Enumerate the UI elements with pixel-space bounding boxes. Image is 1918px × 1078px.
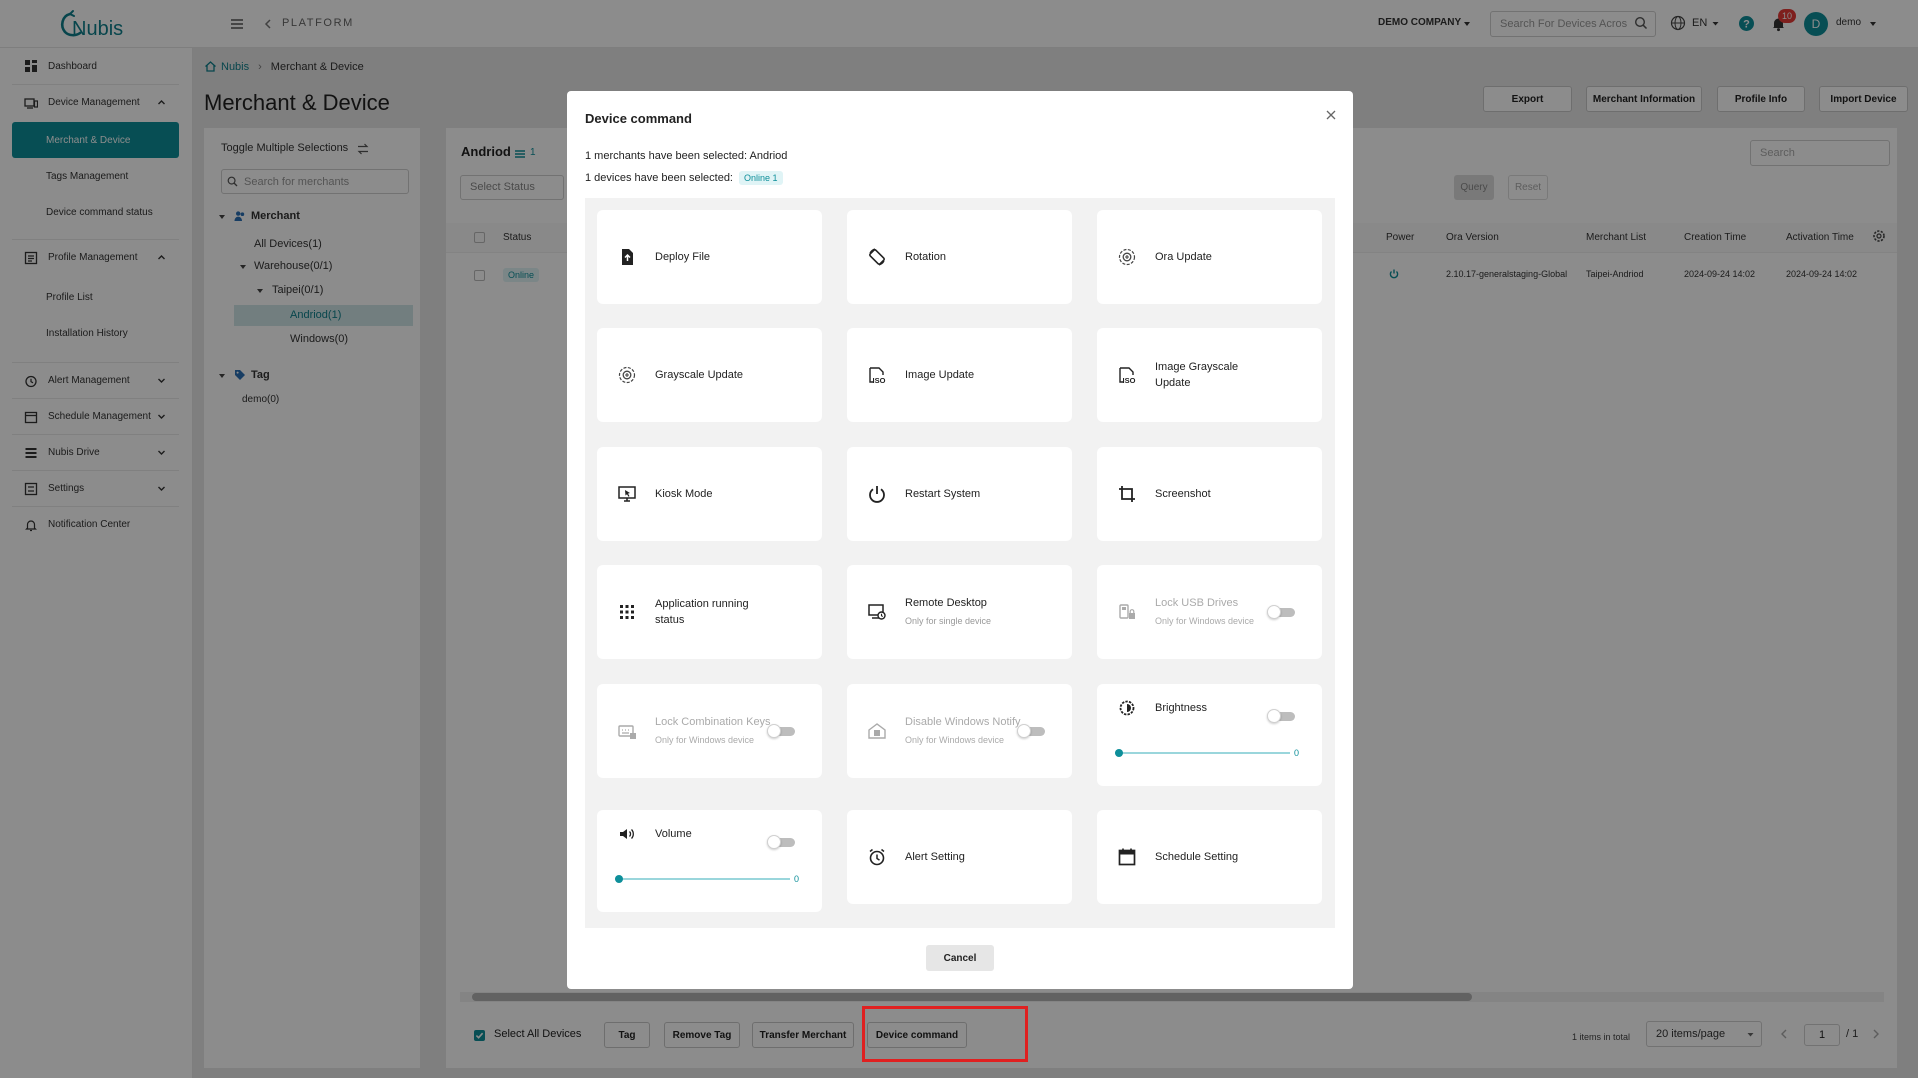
- card-label: Remote Desktop Only for single device: [905, 595, 991, 629]
- rotation-icon: [867, 247, 887, 267]
- brightness-toggle[interactable]: [1267, 709, 1295, 723]
- card-label: Lock Combination Keys Only for Windows de…: [655, 714, 771, 748]
- deploy-file-card[interactable]: Deploy File: [597, 210, 822, 304]
- svg-text:ISO: ISO: [1123, 376, 1136, 385]
- card-label: Screenshot: [1155, 488, 1211, 500]
- dialog-title: Device command: [585, 111, 692, 126]
- volume-card[interactable]: Volume 0: [597, 810, 822, 912]
- device-command-highlight: [862, 1006, 1028, 1062]
- update-icon: [1117, 247, 1137, 267]
- notification-off-icon: [867, 721, 887, 741]
- card-label: Disable Windows Notify Only for Windows d…: [905, 714, 1021, 748]
- card-label: Lock USB Drives Only for Windows device: [1155, 595, 1254, 629]
- kiosk-mode-card[interactable]: Kiosk Mode: [597, 447, 822, 541]
- cancel-button[interactable]: Cancel: [926, 945, 994, 971]
- card-label: Alert Setting: [905, 851, 965, 863]
- remote-desktop-icon: [867, 602, 887, 622]
- volume-icon: [617, 824, 637, 844]
- card-subtitle: Only for Windows device: [655, 735, 755, 745]
- card-title: Remote Desktop: [905, 597, 987, 609]
- card-subtitle: Only for single device: [905, 616, 992, 626]
- ora-update-card[interactable]: Ora Update: [1097, 210, 1322, 304]
- card-title: Disable Windows Notify: [905, 716, 1021, 728]
- card-label: Grayscale Update: [655, 369, 744, 381]
- close-icon[interactable]: [1324, 108, 1338, 122]
- command-grid: Deploy File Rotation Ora Update Grayscal…: [585, 198, 1335, 928]
- lock-usb-drives-card[interactable]: Lock USB Drives Only for Windows device: [1097, 565, 1322, 659]
- devices-selected-text: 1 devices have been selected:: [585, 172, 733, 184]
- image-update-card[interactable]: ISO Image Update: [847, 328, 1072, 422]
- restart-system-card[interactable]: Restart System: [847, 447, 1072, 541]
- calendar-icon: [1117, 847, 1137, 867]
- device-command-dialog: Device command 1 merchants have been sel…: [567, 91, 1353, 989]
- svg-text:ISO: ISO: [873, 376, 886, 385]
- merchants-selected-text: 1 merchants have been selected: Andriod: [585, 150, 788, 162]
- lock-usb-toggle[interactable]: [1267, 605, 1295, 619]
- disable-windows-notify-toggle[interactable]: [1017, 724, 1045, 738]
- remote-desktop-card[interactable]: Remote Desktop Only for single device: [847, 565, 1072, 659]
- brightness-slider[interactable]: [1115, 748, 1290, 758]
- devices-selected-line: 1 devices have been selected: Online 1: [585, 171, 783, 185]
- alert-setting-card[interactable]: Alert Setting: [847, 810, 1072, 904]
- card-label: Kiosk Mode: [655, 488, 713, 500]
- file-upload-icon: [617, 247, 637, 267]
- card-label: Image Update: [905, 369, 975, 381]
- lock-combination-keys-toggle[interactable]: [767, 724, 795, 738]
- card-label: Image Grayscale Update: [1155, 361, 1239, 389]
- card-label: Restart System: [905, 488, 981, 500]
- apps-grid-icon: [617, 602, 637, 622]
- image-grayscale-update-card[interactable]: ISO Image Grayscale Update: [1097, 328, 1322, 422]
- alarm-clock-icon: [867, 847, 887, 867]
- lock-combination-keys-card[interactable]: Lock Combination Keys Only for Windows de…: [597, 684, 822, 778]
- card-title: Lock Combination Keys: [655, 716, 771, 728]
- rotation-card[interactable]: Rotation: [847, 210, 1072, 304]
- card-label: Volume: [655, 828, 692, 840]
- card-label: Brightness: [1155, 702, 1207, 714]
- card-subtitle: Only for Windows device: [905, 735, 1005, 745]
- brightness-card[interactable]: Brightness 0: [1097, 684, 1322, 786]
- card-label: Ora Update: [1155, 251, 1212, 263]
- volume-toggle[interactable]: [767, 835, 795, 849]
- grayscale-update-card[interactable]: Grayscale Update: [597, 328, 822, 422]
- keyboard-lock-icon: [617, 721, 637, 741]
- kiosk-icon: [617, 484, 637, 504]
- power-icon: [867, 484, 887, 504]
- disable-windows-notify-card[interactable]: Disable Windows Notify Only for Windows d…: [847, 684, 1072, 778]
- brightness-icon: [1117, 698, 1137, 718]
- crop-icon: [1117, 484, 1137, 504]
- online-badge: Online 1: [739, 171, 783, 185]
- iso-file-icon: ISO: [1117, 365, 1137, 385]
- card-subtitle: Only for Windows device: [1155, 616, 1255, 626]
- volume-slider[interactable]: [615, 874, 790, 884]
- card-label: Application running status: [655, 598, 749, 626]
- card-title: Lock USB Drives: [1155, 597, 1239, 609]
- iso-file-icon: ISO: [867, 365, 887, 385]
- card-label: Rotation: [905, 251, 946, 263]
- volume-value: 0: [794, 874, 800, 884]
- usb-lock-icon: [1117, 602, 1137, 622]
- card-label: Schedule Setting: [1155, 851, 1239, 863]
- card-label: Deploy File: [655, 251, 711, 263]
- schedule-setting-card[interactable]: Schedule Setting: [1097, 810, 1322, 904]
- screenshot-card[interactable]: Screenshot: [1097, 447, 1322, 541]
- update-icon: [617, 365, 637, 385]
- brightness-value: 0: [1294, 748, 1300, 758]
- application-running-status-card[interactable]: Application running status: [597, 565, 822, 659]
